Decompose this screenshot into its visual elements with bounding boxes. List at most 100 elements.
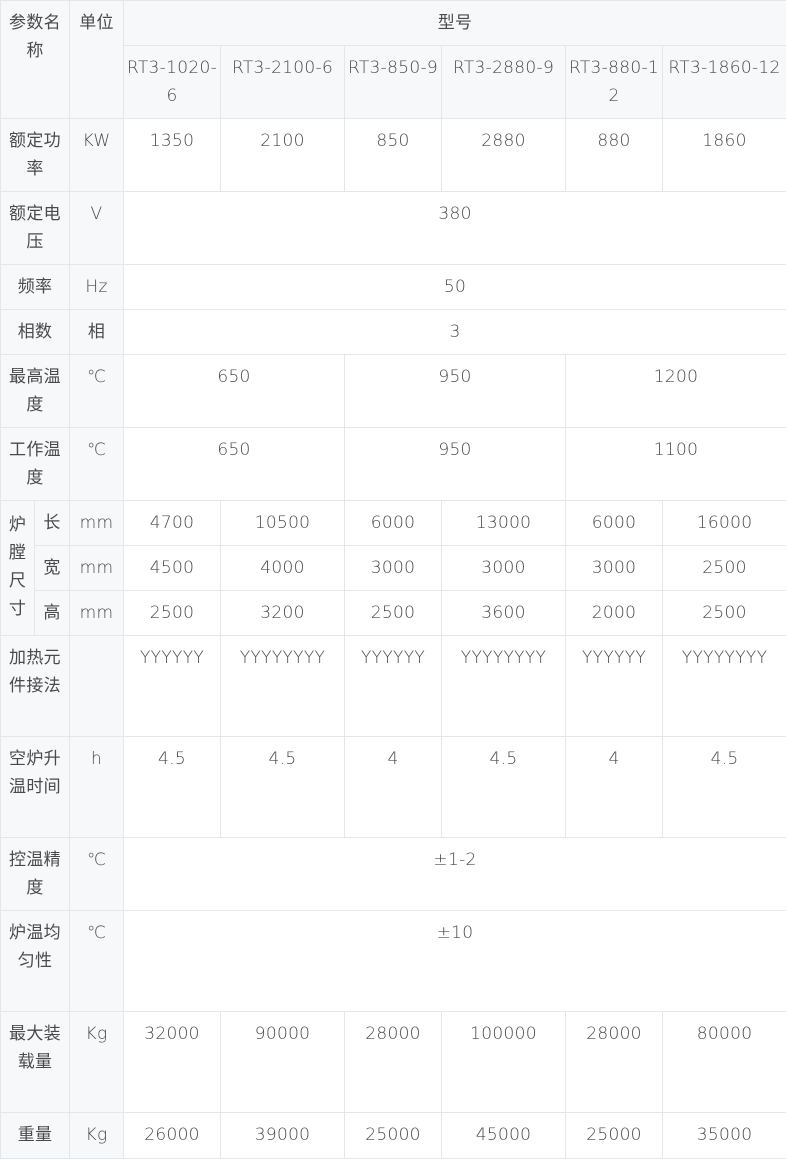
value-cell: 950 [345,355,566,428]
temp-uniformity-row: 炉温均匀性 ℃ ±10 [1,911,786,1012]
row-label: 相数 [1,310,70,355]
value-cell: 650 [124,428,345,501]
row-unit: Kg [70,1113,124,1159]
row-unit: 相 [70,310,124,355]
row-label: 重量 [1,1113,70,1159]
max-temp-row: 最高温度 ℃ 650 950 1200 [1,355,786,428]
value-cell: 380 [124,192,786,265]
row-label: 额定电压 [1,192,70,265]
row-label: 控温精度 [1,838,70,911]
row-sublabel: 宽 [35,546,70,591]
chamber-label: 炉膛尺寸 [1,501,35,636]
model-cell: RT3-1020-6 [124,46,221,119]
value-cell: 4.5 [221,737,345,838]
value-cell: 25000 [345,1113,442,1159]
frequency-row: 频率 Hz 50 [1,265,786,310]
value-cell: 3000 [442,546,566,591]
value-cell: ±1-2 [124,838,786,911]
row-label: 最高温度 [1,355,70,428]
value-cell: 4 [566,737,663,838]
value-cell: 880 [566,119,663,192]
row-unit [70,636,124,737]
value-cell: 100000 [442,1012,566,1113]
model-cell: RT3-2880-9 [442,46,566,119]
value-cell: 4700 [124,501,221,546]
phases-row: 相数 相 3 [1,310,786,355]
value-cell: 50 [124,265,786,310]
value-cell: 2500 [124,591,221,636]
value-cell: 2000 [566,591,663,636]
value-cell: YYYYYYYY [663,636,786,737]
heating-connection-row: 加热元件接法 YYYYYY YYYYYYYY YYYYYY YYYYYYYY Y… [1,636,786,737]
row-unit: KW [70,119,124,192]
row-unit: Hz [70,265,124,310]
value-cell: 2880 [442,119,566,192]
row-label: 工作温度 [1,428,70,501]
value-cell: 4.5 [663,737,786,838]
row-label: 额定功率 [1,119,70,192]
value-cell: YYYYYYYY [442,636,566,737]
value-cell: 6000 [345,501,442,546]
model-cell: RT3-2100-6 [221,46,345,119]
value-cell: YYYYYYYY [221,636,345,737]
row-unit: ℃ [70,355,124,428]
chamber-width-row: 宽 mm 4500 4000 3000 3000 3000 2500 [1,546,786,591]
value-cell: 3200 [221,591,345,636]
value-cell: 32000 [124,1012,221,1113]
temp-accuracy-row: 控温精度 ℃ ±1-2 [1,838,786,911]
spec-table: 参数名称 单位 型号 RT3-1020-6 RT3-2100-6 RT3-850… [0,0,786,1159]
row-label: 频率 [1,265,70,310]
value-cell: 2500 [663,591,786,636]
value-cell: YYYYYY [124,636,221,737]
value-cell: 10500 [221,501,345,546]
row-unit: ℃ [70,428,124,501]
row-unit: mm [70,546,124,591]
row-label: 最大装载量 [1,1012,70,1113]
value-cell: 2500 [663,546,786,591]
value-cell: 2100 [221,119,345,192]
max-load-row: 最大装载量 Kg 32000 90000 28000 100000 28000 … [1,1012,786,1113]
row-sublabel: 长 [35,501,70,546]
header-row: 参数名称 单位 型号 [1,1,786,46]
value-cell: 4000 [221,546,345,591]
rated-voltage-row: 额定电压 V 380 [1,192,786,265]
value-cell: 4.5 [442,737,566,838]
value-cell: 950 [345,428,566,501]
value-cell: 25000 [566,1113,663,1159]
value-cell: 4.5 [124,737,221,838]
weight-row: 重量 Kg 26000 39000 25000 45000 25000 3500… [1,1113,786,1159]
row-label: 空炉升温时间 [1,737,70,838]
model-cell: RT3-850-9 [345,46,442,119]
model-header: 型号 [124,1,786,46]
value-cell: 650 [124,355,345,428]
chamber-height-row: 高 mm 2500 3200 2500 3600 2000 2500 [1,591,786,636]
value-cell: 3600 [442,591,566,636]
chamber-length-row: 炉膛尺寸 长 mm 4700 10500 6000 13000 6000 160… [1,501,786,546]
heatup-time-row: 空炉升温时间 h 4.5 4.5 4 4.5 4 4.5 [1,737,786,838]
row-unit: ℃ [70,838,124,911]
value-cell: 35000 [663,1113,786,1159]
row-unit: Kg [70,1012,124,1113]
model-cell: RT3-1860-12 [663,46,786,119]
value-cell: ±10 [124,911,786,1012]
row-label: 加热元件接法 [1,636,70,737]
value-cell: 80000 [663,1012,786,1113]
row-unit: V [70,192,124,265]
value-cell: 13000 [442,501,566,546]
value-cell: 850 [345,119,442,192]
value-cell: 28000 [345,1012,442,1113]
value-cell: 1100 [566,428,786,501]
value-cell: 26000 [124,1113,221,1159]
value-cell: 2500 [345,591,442,636]
row-unit: mm [70,591,124,636]
value-cell: YYYYYY [566,636,663,737]
value-cell: 90000 [221,1012,345,1113]
value-cell: 3000 [345,546,442,591]
value-cell: 3000 [566,546,663,591]
value-cell: 6000 [566,501,663,546]
value-cell: 45000 [442,1113,566,1159]
row-label: 炉温均匀性 [1,911,70,1012]
work-temp-row: 工作温度 ℃ 650 950 1100 [1,428,786,501]
value-cell: 1860 [663,119,786,192]
model-cell: RT3-880-12 [566,46,663,119]
